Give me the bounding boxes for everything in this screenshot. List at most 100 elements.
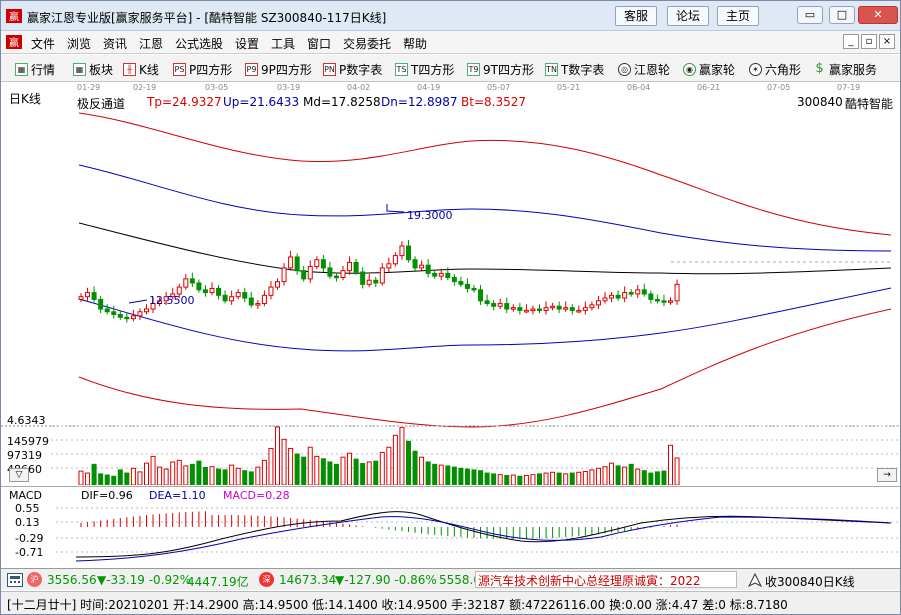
sz-index[interactable]: 14673.34: [279, 573, 336, 587]
tool-hexagon[interactable]: ✶ 六角形: [749, 60, 801, 78]
candle-body: [641, 289, 647, 295]
sz-change: ▼-127.90 -0.86%: [335, 573, 437, 587]
right-status-label: 收300840日K线: [765, 575, 855, 589]
candle-body: [255, 303, 261, 306]
volume-bar: [176, 459, 182, 485]
tool-label: 六角形: [765, 62, 802, 77]
candle-body: [451, 277, 457, 283]
candle-body: [248, 297, 254, 306]
menu-file[interactable]: 文件: [31, 35, 55, 52]
volume-bar: [294, 453, 300, 485]
menu-trade[interactable]: 交易委托: [343, 35, 391, 52]
volume-bar: [622, 466, 628, 485]
tool-label: P四方形: [189, 62, 233, 77]
volume-bar: [255, 466, 261, 485]
tool-9t-square[interactable]: T9 9T四方形: [467, 60, 534, 78]
sh-badge-icon: 沪: [27, 572, 42, 587]
volume-bar: [438, 464, 444, 485]
menu-browse[interactable]: 浏览: [67, 35, 91, 52]
menu-tools[interactable]: 工具: [271, 35, 295, 52]
candle-body: [98, 298, 104, 310]
candle-body: [517, 307, 523, 311]
tool-winner-service[interactable]: $ 赢家服务: [813, 60, 877, 78]
forum-button[interactable]: 论坛: [667, 6, 710, 26]
mdi-close-button[interactable]: ×: [879, 34, 895, 49]
volume-bar: [150, 455, 156, 485]
candle-body: [333, 275, 339, 279]
tool-label: T数字表: [561, 62, 605, 77]
calculator-icon[interactable]: [7, 573, 23, 587]
tool-p-square[interactable]: PS P四方形: [173, 60, 232, 78]
volume-bar: [78, 470, 84, 485]
menu-news[interactable]: 资讯: [103, 35, 127, 52]
tool-gann-wheel[interactable]: ◎ 江恩轮: [618, 60, 670, 78]
candle-body: [91, 292, 97, 300]
tool-p-number-table[interactable]: PN P数字表: [323, 60, 382, 78]
p9-icon: P9: [245, 62, 258, 76]
bar-info-status: [十二月廿十] 时间:20210201 开:14.2900 高:14.9500 …: [1, 591, 900, 614]
menu-formula-select[interactable]: 公式选股: [175, 35, 223, 52]
mdi-restore-button[interactable]: ▫: [861, 34, 877, 49]
volume-bar: [386, 446, 392, 485]
candle-body: [425, 264, 431, 274]
volume-bar: [615, 465, 621, 485]
menu-gann[interactable]: 江恩: [139, 35, 163, 52]
candle-body: [412, 259, 418, 269]
menu-help[interactable]: 帮助: [403, 35, 427, 52]
scroll-down-button[interactable]: ▽: [9, 468, 29, 482]
volume-bar: [196, 460, 202, 485]
candle-body: [478, 289, 484, 302]
tool-9p-square[interactable]: P9 9P四方形: [245, 60, 312, 78]
candle-body: [648, 293, 654, 300]
close-button[interactable]: ✕: [858, 6, 898, 24]
candle-body: [301, 270, 307, 280]
mdi-minimize-button[interactable]: _: [843, 34, 859, 49]
tool-label: 赢家轮: [699, 62, 736, 77]
tool-sectors[interactable]: ▦ 板块: [73, 60, 113, 78]
menu-window[interactable]: 窗口: [307, 35, 331, 52]
tool-label: 江恩轮: [634, 62, 671, 77]
tool-winner-wheel[interactable]: ◉ 赢家轮: [683, 60, 735, 78]
tool-quotes[interactable]: ▦ 行情: [15, 60, 55, 78]
minimize-button[interactable]: ▭: [797, 6, 823, 24]
sh-index[interactable]: 3556.56: [47, 573, 97, 587]
candle-body: [615, 294, 621, 299]
candle-body: [609, 294, 615, 299]
channel-down-line: [78, 287, 892, 352]
candle-body: [216, 287, 222, 296]
tool-t-square[interactable]: TS T四方形: [395, 60, 454, 78]
candle-body: [176, 286, 182, 295]
candle-body: [438, 272, 444, 277]
candle-body: [366, 279, 372, 285]
volume-bar: [550, 471, 556, 485]
candle-body: [654, 298, 660, 302]
candle-body: [327, 267, 333, 277]
app-logo-icon: 赢: [6, 9, 22, 23]
customer-service-button[interactable]: 客服: [615, 6, 658, 26]
tool-kline[interactable]: ╫ K线: [123, 60, 159, 78]
candle-body: [576, 309, 582, 313]
menu-settings[interactable]: 设置: [235, 35, 259, 52]
candle-body: [419, 264, 425, 269]
candle-body: [373, 279, 379, 284]
volume-bar: [170, 461, 176, 485]
candle-body: [386, 263, 392, 269]
volume-bar: [523, 474, 529, 485]
volume-bar: [491, 473, 497, 485]
low-price-label: 12.5500: [149, 294, 195, 307]
candle-body: [379, 267, 385, 284]
kline-chart-area[interactable]: 01-29 02-19 03-05 03-19 04-02 04-19 05-0…: [1, 83, 900, 485]
svg-text:赢: 赢: [9, 10, 19, 23]
pn-icon: PN: [323, 62, 336, 76]
scroll-right-button[interactable]: →: [877, 468, 897, 482]
candle-body: [183, 278, 189, 288]
volume-bar: [117, 469, 123, 485]
macd-panel[interactable]: MACD DIF=0.96 DEA=1.10 MACD=0.28 0.55 0.…: [1, 486, 900, 568]
news-ticker[interactable]: 源汽车技术创新中心总经理原诚寅：2022: [475, 571, 737, 588]
candle-body: [320, 259, 326, 269]
homepage-button[interactable]: 主页: [717, 6, 760, 26]
volume-bar: [333, 463, 339, 485]
tool-t-number-table[interactable]: TN T数字表: [545, 60, 604, 78]
maximize-button[interactable]: □: [829, 6, 855, 24]
sh-amount: 4447.19亿: [187, 575, 249, 589]
